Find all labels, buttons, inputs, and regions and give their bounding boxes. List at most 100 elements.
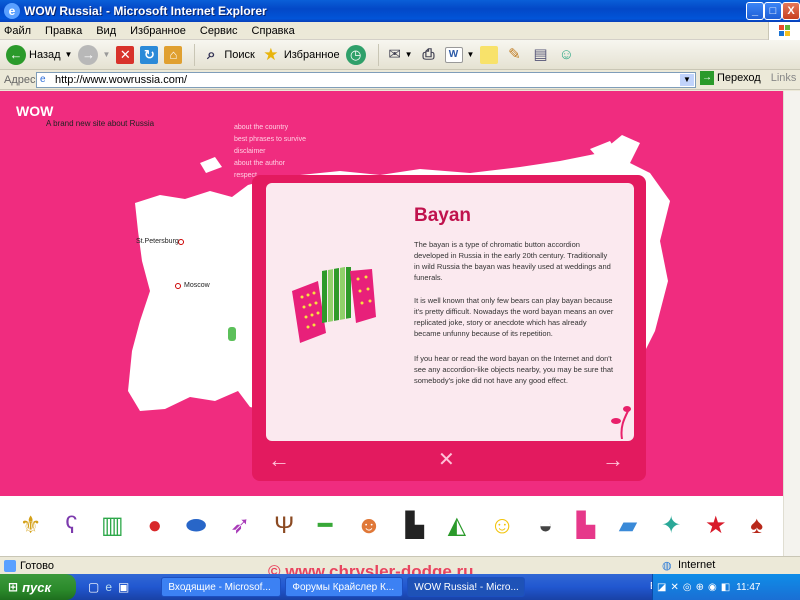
address-label: Адрес: <box>4 73 39 86</box>
home-button[interactable]: ⌂ <box>164 43 183 67</box>
research-icon: ✎ <box>508 45 521 63</box>
menu-tools[interactable]: Сервис <box>200 25 238 37</box>
zone-text: Internet <box>678 559 716 571</box>
back-label: Назад <box>29 48 61 61</box>
tray-icon[interactable]: ◉ <box>708 582 717 593</box>
maximize-button[interactable]: □ <box>764 2 782 20</box>
article-paragraph: The bayan is a type of chromatic button … <box>414 240 611 282</box>
firebird-icon[interactable]: ✦ <box>661 511 681 541</box>
next-arrow-button[interactable]: → <box>602 447 624 473</box>
chevron-down-icon[interactable]: ▼ <box>65 50 73 59</box>
pink-boot-icon[interactable]: ▙ <box>577 511 595 541</box>
back-button[interactable]: ← Назад ▼ <box>6 43 72 67</box>
balalaika-icon[interactable]: ◭ <box>448 511 466 541</box>
menu-file[interactable]: Файл <box>4 25 31 37</box>
nav-about-country[interactable]: about the country <box>234 124 288 131</box>
toolbar-separator <box>377 43 379 66</box>
menu-bar: Файл Правка Вид Избранное Сервис Справка <box>0 22 800 40</box>
windows-flag-icon: ⊞ <box>8 580 19 594</box>
quicklaunch-icon[interactable]: ▢ <box>88 580 99 594</box>
rocket-icon[interactable]: ➶ <box>230 511 250 541</box>
trash-bin-icon[interactable]: ▥ <box>101 511 124 541</box>
messenger-button[interactable]: ☺ <box>556 43 576 67</box>
tray-icon[interactable]: ◎ <box>683 582 692 593</box>
search-icon: ⌕ <box>207 45 216 63</box>
tray-icon[interactable]: ✕ <box>670 582 678 593</box>
start-button[interactable]: ⊞ пуск <box>0 574 76 600</box>
home-icon: ⌂ <box>164 45 183 64</box>
page-done-icon <box>4 559 16 572</box>
menu-favorites[interactable]: Избранное <box>130 25 186 37</box>
close-button[interactable]: X <box>782 2 800 20</box>
task-ie-wow[interactable]: WOW Russia! - Micro... <box>407 577 526 597</box>
chevron-down-icon[interactable]: ▼ <box>405 50 413 59</box>
red-star-icon[interactable]: ★ <box>705 511 727 541</box>
refresh-button[interactable]: ↻ <box>140 43 159 67</box>
spoon-icon[interactable]: ♠ <box>750 511 763 541</box>
history-icon: ◷ <box>345 44 366 65</box>
links-label[interactable]: Links <box>771 72 797 84</box>
system-tray: ◪ ✕ ◎ ⊕ ◉ ◧ 11:47 <box>652 574 800 600</box>
go-button[interactable]: → Переход Links <box>700 71 796 85</box>
menu-view[interactable]: Вид <box>96 25 116 37</box>
misha-bear-icon[interactable]: ʕ <box>65 511 77 541</box>
boots-icon[interactable]: ▙ <box>405 511 423 541</box>
word-edit-icon: W <box>444 46 463 63</box>
status-text: Готово <box>20 559 54 572</box>
chevron-down-icon[interactable]: ▼ <box>467 50 475 59</box>
go-arrow-icon: → <box>700 71 714 85</box>
url-input[interactable]: e http://www.wowrussia.com/ ▼ <box>36 72 696 88</box>
stop-button[interactable]: ✕ <box>116 43 135 67</box>
menu-edit[interactable]: Правка <box>45 25 82 37</box>
ie-quicklaunch-icon[interactable]: e <box>105 580 112 594</box>
tray-icon[interactable]: ⊕ <box>696 582 704 593</box>
menu-help[interactable]: Справка <box>252 25 295 37</box>
favorites-button[interactable]: ★ Избранное <box>261 43 339 67</box>
nav-about-author[interactable]: about the author <box>234 160 285 167</box>
edit-button[interactable]: W ▼ <box>444 43 475 67</box>
polar-bear-icon[interactable]: ▰ <box>619 511 637 541</box>
vertical-scrollbar[interactable] <box>783 91 800 556</box>
mail-icon: ✉ <box>388 45 401 63</box>
smiley-icon[interactable]: ☺ <box>490 511 515 541</box>
cheburashka-icon[interactable]: ☻ <box>356 511 381 541</box>
discuss-button[interactable] <box>480 43 499 67</box>
prev-arrow-button[interactable]: ← <box>268 447 290 473</box>
windows-logo-icon <box>768 22 800 40</box>
globe-icon: ◍ <box>662 560 672 572</box>
tray-icon[interactable]: ◧ <box>721 582 730 593</box>
go-label: Переход <box>717 72 761 84</box>
site-logo[interactable]: WOW <box>16 103 53 119</box>
forward-button[interactable]: → ▼ <box>78 43 110 67</box>
ushanka-hat-icon[interactable]: ◒ <box>538 511 553 541</box>
start-label: пуск <box>22 579 52 595</box>
media-button[interactable]: ▤ <box>530 43 550 67</box>
mail-button[interactable]: ✉ ▼ <box>385 43 413 67</box>
matryoshka-icon[interactable]: ● <box>148 511 163 541</box>
tree-icon[interactable]: Ψ <box>274 511 294 541</box>
search-button[interactable]: ⌕ Поиск <box>201 43 255 67</box>
address-bar: Адрес: e http://www.wowrussia.com/ ▼ → П… <box>0 70 800 90</box>
chevron-down-icon[interactable]: ▼ <box>680 74 694 86</box>
minimize-button[interactable]: _ <box>746 2 764 20</box>
valenki-boot-icon[interactable]: ⬬ <box>186 511 207 541</box>
close-article-button[interactable]: ✕ <box>438 447 455 472</box>
chevron-down-icon[interactable]: ▼ <box>102 50 110 59</box>
site-tagline: A brand new site about Russia <box>46 119 155 128</box>
task-forum[interactable]: Форумы Крайслер К... <box>285 577 404 597</box>
clock[interactable]: 11:47 <box>736 582 760 593</box>
history-button[interactable]: ◷ <box>345 43 366 67</box>
tray-icon[interactable]: ◪ <box>657 582 666 593</box>
research-button[interactable]: ✎ <box>504 43 524 67</box>
task-outlook[interactable]: Входящие - Microsof... <box>161 577 282 597</box>
kalashnikov-icon[interactable]: ━ <box>318 511 332 541</box>
note-icon <box>480 45 499 64</box>
toolbar-separator <box>194 43 196 66</box>
article-paragraph: It is well known that only few bears can… <box>414 296 614 338</box>
nav-best-phrases[interactable]: best phrases to survive <box>234 136 306 143</box>
nav-disclaimer[interactable]: disclaimer <box>234 148 266 155</box>
coat-of-arms-icon[interactable]: ⚜ <box>20 511 42 541</box>
print-button[interactable]: ⎙ <box>419 43 439 67</box>
back-arrow-icon: ← <box>6 44 26 65</box>
desktop-quicklaunch-icon[interactable]: ▣ <box>118 580 129 594</box>
